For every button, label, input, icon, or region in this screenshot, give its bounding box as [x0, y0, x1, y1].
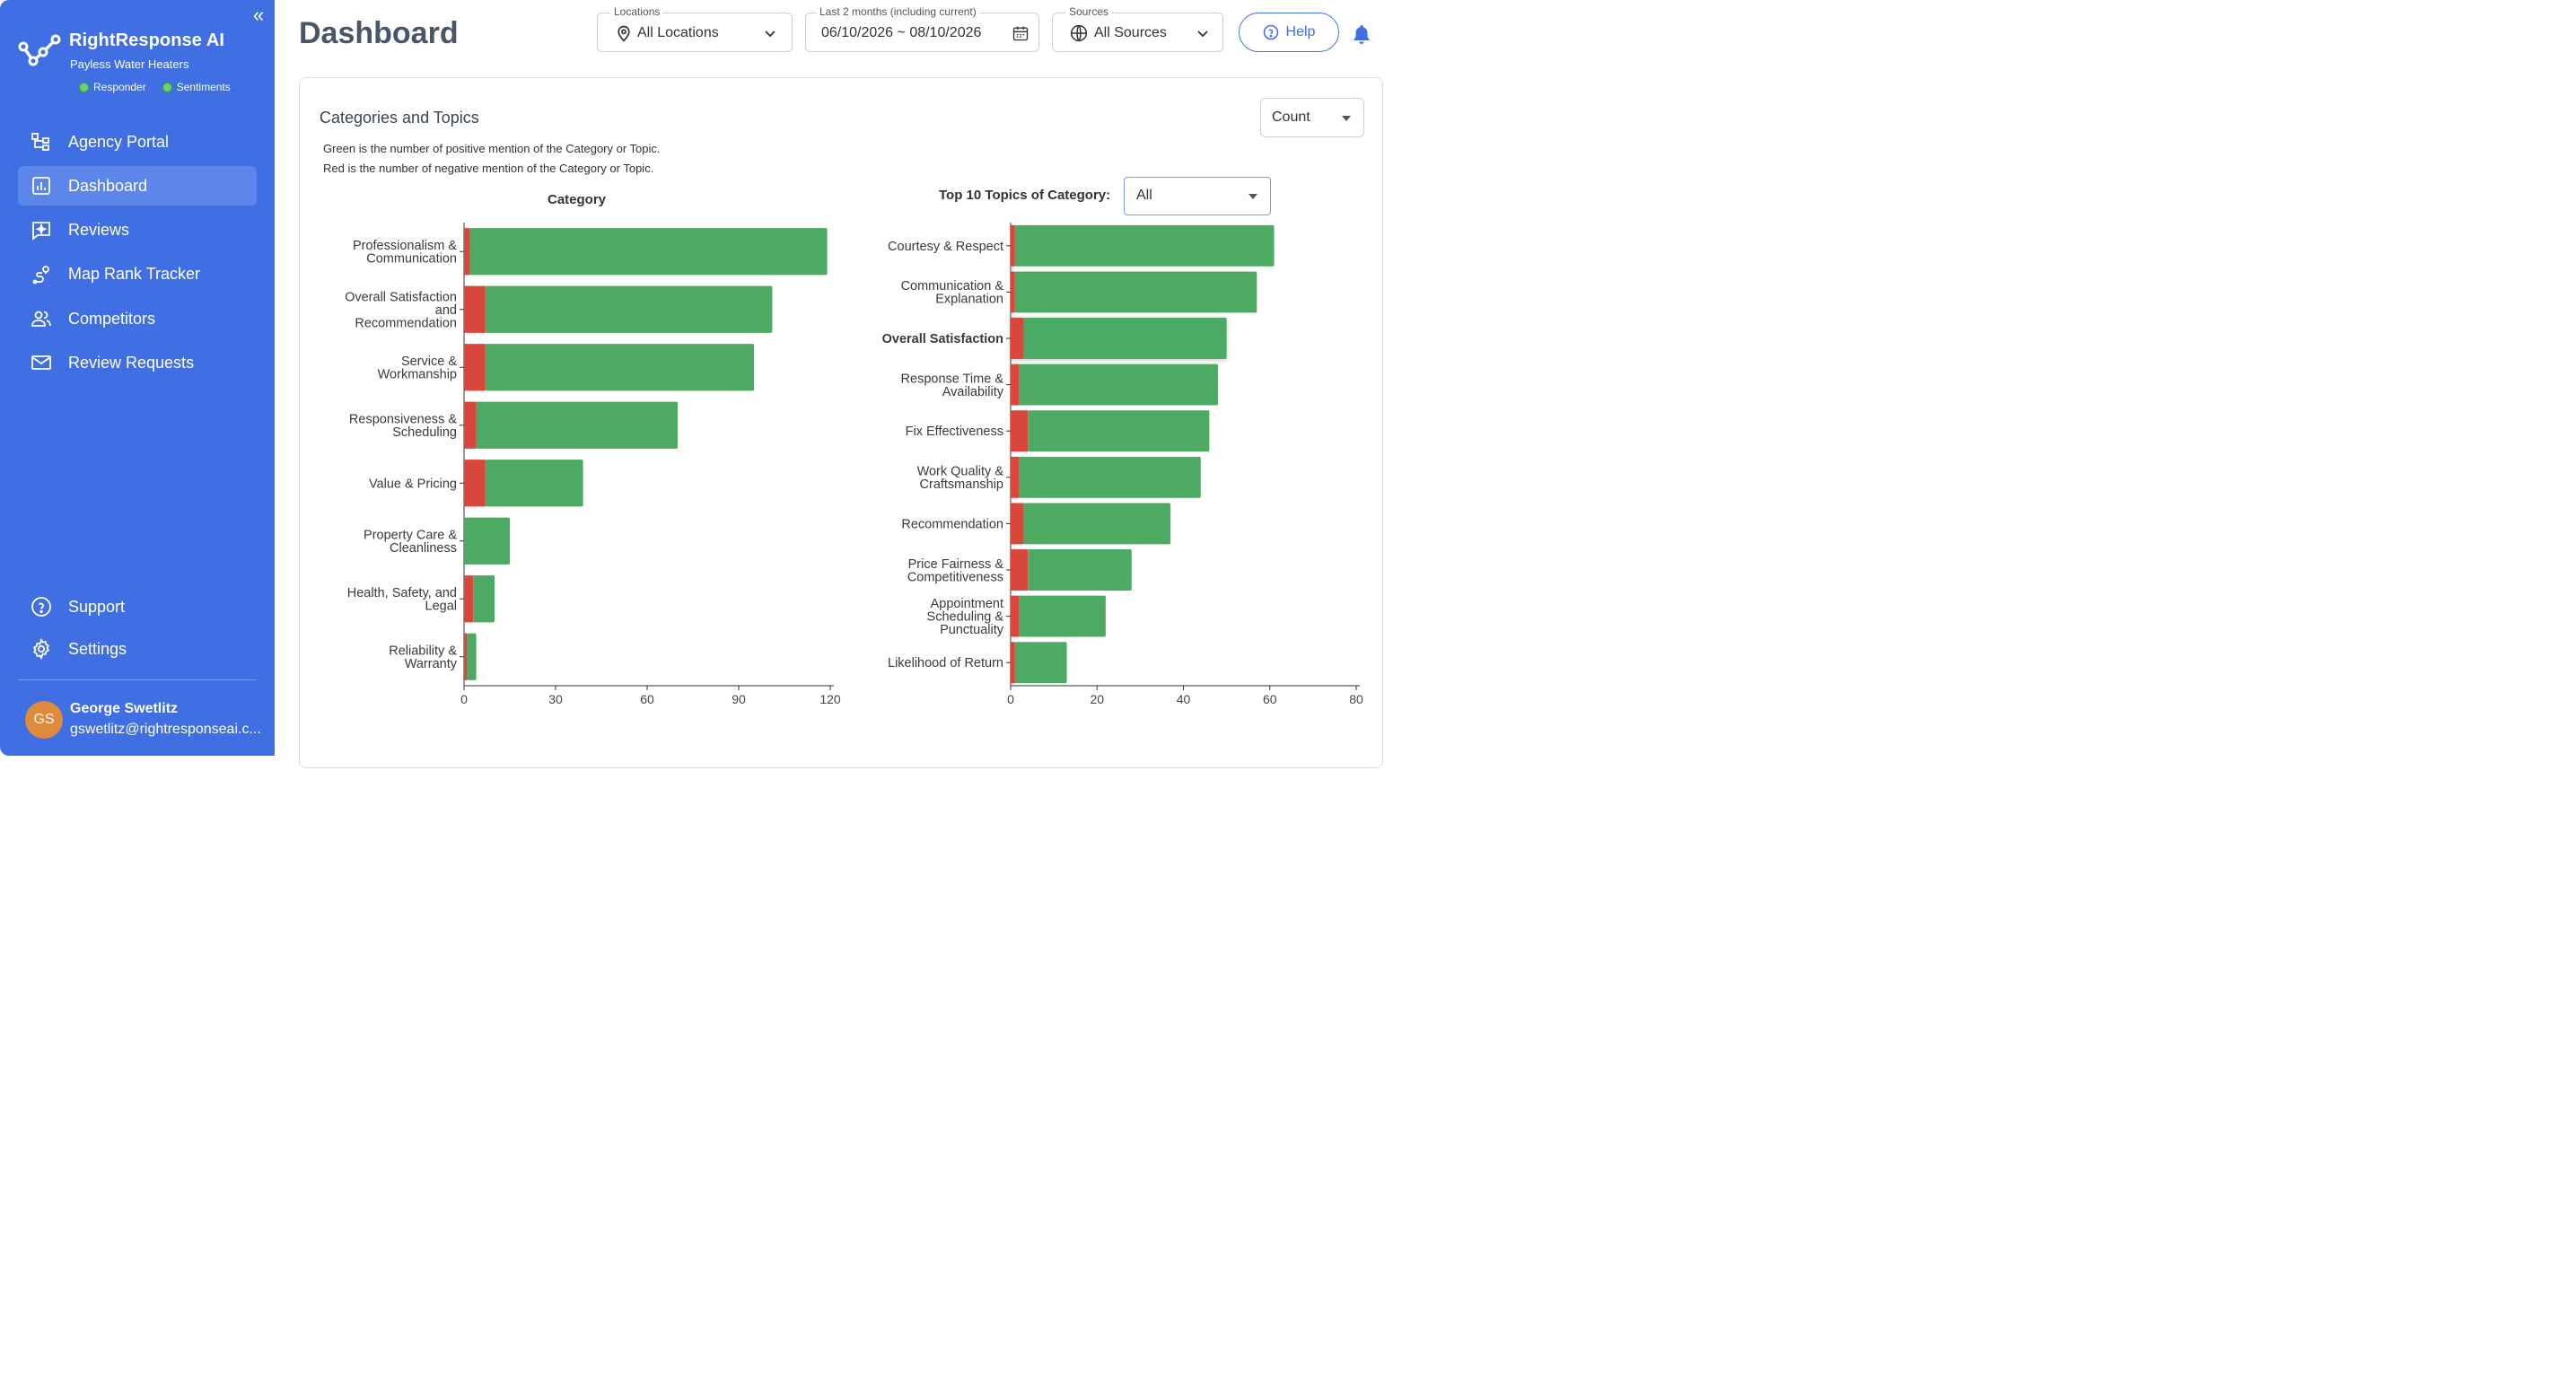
bar-group[interactable]	[464, 460, 583, 507]
bar-group[interactable]	[464, 344, 754, 391]
category-label: Communication	[366, 252, 457, 267]
positive-bar[interactable]	[1019, 595, 1106, 637]
category-label: Likelihood of Return	[888, 656, 1003, 670]
bar-group[interactable]	[1011, 549, 1132, 591]
bar-group[interactable]	[1011, 503, 1171, 545]
negative-bar[interactable]	[464, 285, 486, 333]
topic-chart: 0 20 40 60 80Courtesy & RespectCommunication…	[882, 223, 1363, 706]
negative-bar[interactable]	[464, 575, 474, 623]
positive-bar[interactable]	[1028, 410, 1210, 452]
negative-bar[interactable]	[1011, 456, 1020, 498]
positive-bar[interactable]	[485, 460, 583, 507]
negative-bar[interactable]	[1011, 549, 1029, 591]
x-tick-label: 40	[1177, 692, 1191, 706]
positive-bar[interactable]	[1014, 642, 1067, 684]
x-tick-label: 60	[1263, 692, 1277, 706]
negative-bar[interactable]	[1011, 503, 1024, 545]
bar-group[interactable]	[1011, 318, 1227, 359]
positive-bar[interactable]	[467, 633, 477, 680]
category-label: Scheduling	[392, 425, 457, 440]
bar-group[interactable]	[464, 401, 678, 449]
category-label: Availability	[942, 385, 1004, 399]
bar-group[interactable]	[1011, 224, 1275, 267]
negative-bar[interactable]	[464, 460, 486, 507]
positive-bar[interactable]	[1019, 456, 1201, 498]
category-label: Competitiveness	[907, 570, 1003, 584]
category-label: Overall Satisfaction	[882, 332, 1003, 346]
positive-bar[interactable]	[1023, 503, 1171, 545]
positive-bar[interactable]	[1014, 224, 1275, 267]
negative-bar[interactable]	[464, 228, 470, 276]
x-tick-label: 90	[732, 692, 746, 706]
negative-bar[interactable]	[1011, 271, 1015, 313]
bar-group[interactable]	[1011, 595, 1106, 637]
positive-bar[interactable]	[473, 575, 495, 623]
positive-bar[interactable]	[485, 344, 754, 391]
bar-group[interactable]	[464, 517, 510, 565]
negative-bar[interactable]	[464, 401, 477, 449]
positive-bar[interactable]	[485, 285, 773, 333]
negative-bar[interactable]	[1011, 224, 1015, 267]
category-label: Craftsmanship	[920, 477, 1003, 492]
charts-canvas: 0 30 60 90 120Professionalism &Communication…	[345, 223, 1363, 706]
negative-bar[interactable]	[1011, 410, 1029, 452]
x-tick-label: 30	[548, 692, 563, 706]
category-label: Fix Effectiveness	[906, 425, 1003, 439]
positive-bar[interactable]	[1028, 549, 1132, 591]
bar-group[interactable]	[1011, 456, 1201, 498]
category-label: Workmanship	[378, 368, 457, 382]
x-tick-label: 120	[819, 692, 841, 706]
category-chart: 0 30 60 90 120Professionalism &Communication…	[345, 223, 841, 706]
positive-bar[interactable]	[464, 517, 510, 565]
bar-group[interactable]	[464, 228, 828, 276]
category-label: Recommendation	[901, 517, 1003, 531]
category-label: Recommendation	[355, 316, 457, 330]
category-label: Cleanliness	[390, 541, 457, 556]
negative-bar[interactable]	[1011, 642, 1015, 684]
bar-group[interactable]	[1011, 271, 1257, 313]
negative-bar[interactable]	[464, 633, 468, 680]
positive-bar[interactable]	[476, 401, 678, 449]
positive-bar[interactable]	[1014, 271, 1257, 313]
category-label: Punctuality	[940, 623, 1004, 637]
bar-group[interactable]	[1011, 642, 1067, 684]
negative-bar[interactable]	[1011, 595, 1020, 637]
bar-group[interactable]	[464, 633, 477, 680]
x-tick-label: 0	[1007, 692, 1014, 706]
category-label: Explanation	[935, 293, 1003, 307]
x-tick-label: 20	[1090, 692, 1104, 706]
x-tick-label: 80	[1349, 692, 1363, 706]
positive-bar[interactable]	[469, 228, 828, 276]
category-label: Legal	[425, 600, 457, 614]
negative-bar[interactable]	[1011, 318, 1024, 359]
positive-bar[interactable]	[1023, 318, 1227, 359]
negative-bar[interactable]	[1011, 364, 1020, 406]
negative-bar[interactable]	[464, 344, 486, 391]
bar-group[interactable]	[1011, 410, 1210, 452]
bar-group[interactable]	[464, 285, 773, 333]
bar-group[interactable]	[1011, 364, 1218, 406]
bar-group[interactable]	[464, 575, 495, 623]
category-label: Value & Pricing	[369, 477, 457, 491]
x-tick-label: 0	[460, 692, 468, 706]
x-tick-label: 60	[640, 692, 654, 706]
category-label: Warranty	[405, 657, 458, 671]
category-label: Courtesy & Respect	[888, 240, 1003, 254]
positive-bar[interactable]	[1019, 364, 1218, 406]
